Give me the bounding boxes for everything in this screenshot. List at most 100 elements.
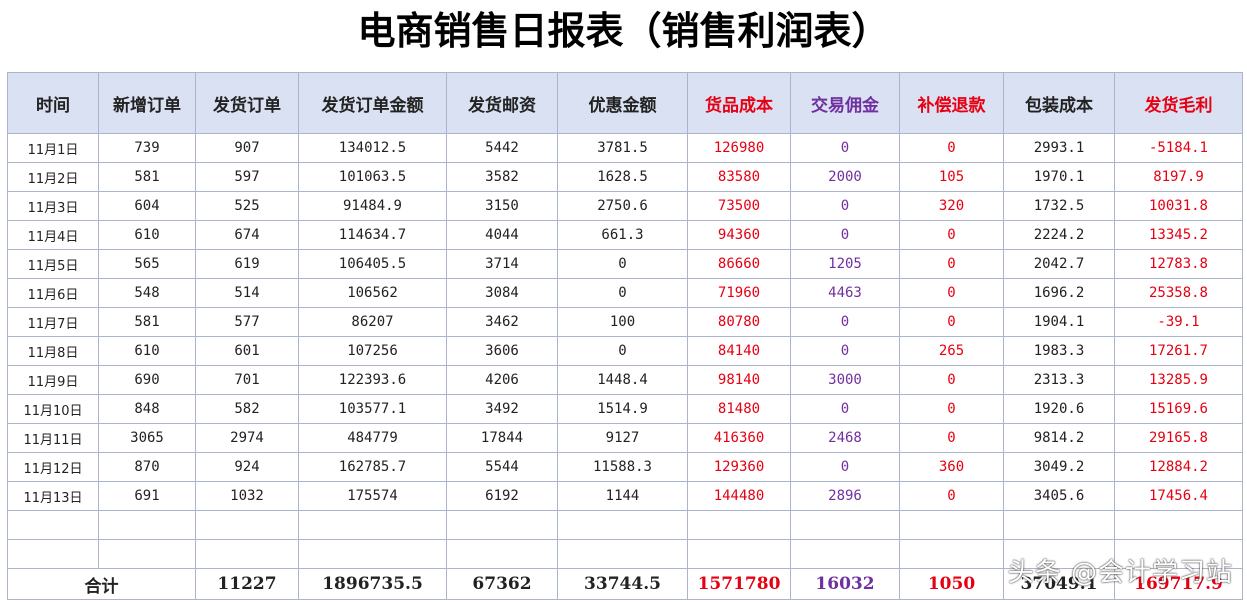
empty-cell[interactable]	[298, 510, 447, 540]
cell-commission[interactable]: 0	[790, 394, 900, 424]
col-header-refund[interactable]: 补偿退款	[899, 72, 1004, 134]
cell-date[interactable]: 11月7日	[7, 307, 99, 337]
cell-postage[interactable]: 6192	[446, 481, 558, 511]
cell-postage[interactable]: 3150	[446, 191, 558, 221]
total-label[interactable]: 合计	[7, 568, 196, 600]
cell-gross-profit[interactable]: 17261.7	[1114, 336, 1243, 366]
cell-shipped-amount[interactable]: 101063.5	[298, 162, 447, 192]
col-header-goods-cost[interactable]: 货品成本	[687, 72, 791, 134]
cell-refund[interactable]: 0	[899, 394, 1004, 424]
cell-shipped-orders[interactable]: 601	[195, 336, 299, 366]
cell-discount[interactable]: 1144	[557, 481, 688, 511]
cell-discount[interactable]: 2750.6	[557, 191, 688, 221]
cell-refund[interactable]: 0	[899, 278, 1004, 308]
cell-new-orders[interactable]: 604	[98, 191, 196, 221]
cell-commission[interactable]: 4463	[790, 278, 900, 308]
empty-cell[interactable]	[195, 510, 299, 540]
cell-date[interactable]: 11月10日	[7, 394, 99, 424]
cell-shipped-amount[interactable]: 134012.5	[298, 133, 447, 163]
empty-cell[interactable]	[195, 539, 299, 569]
cell-postage[interactable]: 3462	[446, 307, 558, 337]
empty-cell[interactable]	[7, 510, 99, 540]
cell-refund[interactable]: 360	[899, 452, 1004, 482]
cell-shipped-amount[interactable]: 103577.1	[298, 394, 447, 424]
total-postage[interactable]: 67362	[446, 568, 558, 600]
cell-date[interactable]: 11月3日	[7, 191, 99, 221]
cell-goods-cost[interactable]: 144480	[687, 481, 791, 511]
cell-new-orders[interactable]: 548	[98, 278, 196, 308]
cell-shipped-amount[interactable]: 106405.5	[298, 249, 447, 279]
empty-cell[interactable]	[687, 510, 791, 540]
cell-goods-cost[interactable]: 80780	[687, 307, 791, 337]
empty-cell[interactable]	[7, 539, 99, 569]
cell-refund[interactable]: 0	[899, 481, 1004, 511]
cell-discount[interactable]: 0	[557, 278, 688, 308]
cell-commission[interactable]: 2000	[790, 162, 900, 192]
cell-refund[interactable]: 0	[899, 423, 1004, 453]
cell-shipped-orders[interactable]: 597	[195, 162, 299, 192]
cell-postage[interactable]: 3582	[446, 162, 558, 192]
cell-postage[interactable]: 4044	[446, 220, 558, 250]
total-commission[interactable]: 16032	[790, 568, 900, 600]
cell-discount[interactable]: 0	[557, 249, 688, 279]
cell-gross-profit[interactable]: 8197.9	[1114, 162, 1243, 192]
empty-cell[interactable]	[557, 539, 688, 569]
cell-goods-cost[interactable]: 416360	[687, 423, 791, 453]
cell-discount[interactable]: 1448.4	[557, 365, 688, 395]
cell-gross-profit[interactable]: 25358.8	[1114, 278, 1243, 308]
cell-gross-profit[interactable]: 29165.8	[1114, 423, 1243, 453]
cell-commission[interactable]: 0	[790, 133, 900, 163]
empty-cell[interactable]	[446, 510, 558, 540]
col-header-shipped-amount[interactable]: 发货订单金额	[298, 72, 447, 134]
cell-shipped-orders[interactable]: 619	[195, 249, 299, 279]
cell-shipped-orders[interactable]: 525	[195, 191, 299, 221]
cell-shipped-orders[interactable]: 2974	[195, 423, 299, 453]
cell-packaging[interactable]: 1904.1	[1003, 307, 1115, 337]
cell-gross-profit[interactable]: 13285.9	[1114, 365, 1243, 395]
cell-refund[interactable]: 0	[899, 220, 1004, 250]
cell-packaging[interactable]: 3049.2	[1003, 452, 1115, 482]
cell-new-orders[interactable]: 691	[98, 481, 196, 511]
cell-packaging[interactable]: 3405.6	[1003, 481, 1115, 511]
cell-shipped-orders[interactable]: 514	[195, 278, 299, 308]
cell-goods-cost[interactable]: 86660	[687, 249, 791, 279]
cell-packaging[interactable]: 2042.7	[1003, 249, 1115, 279]
cell-packaging[interactable]: 2224.2	[1003, 220, 1115, 250]
cell-date[interactable]: 11月11日	[7, 423, 99, 453]
cell-discount[interactable]: 11588.3	[557, 452, 688, 482]
empty-cell[interactable]	[98, 510, 196, 540]
cell-new-orders[interactable]: 581	[98, 307, 196, 337]
cell-date[interactable]: 11月8日	[7, 336, 99, 366]
col-header-shipped-orders[interactable]: 发货订单	[195, 72, 299, 134]
cell-postage[interactable]: 5442	[446, 133, 558, 163]
cell-refund[interactable]: 0	[899, 249, 1004, 279]
cell-commission[interactable]: 0	[790, 452, 900, 482]
empty-cell[interactable]	[790, 539, 900, 569]
cell-new-orders[interactable]: 3065	[98, 423, 196, 453]
cell-packaging[interactable]: 2993.1	[1003, 133, 1115, 163]
cell-refund[interactable]: 320	[899, 191, 1004, 221]
cell-shipped-amount[interactable]: 114634.7	[298, 220, 447, 250]
cell-new-orders[interactable]: 610	[98, 336, 196, 366]
cell-packaging[interactable]: 9814.2	[1003, 423, 1115, 453]
cell-gross-profit[interactable]: -5184.1	[1114, 133, 1243, 163]
cell-postage[interactable]: 5544	[446, 452, 558, 482]
cell-discount[interactable]: 9127	[557, 423, 688, 453]
cell-refund[interactable]: 0	[899, 133, 1004, 163]
cell-shipped-orders[interactable]: 924	[195, 452, 299, 482]
cell-shipped-amount[interactable]: 86207	[298, 307, 447, 337]
cell-postage[interactable]: 17844	[446, 423, 558, 453]
cell-gross-profit[interactable]: -39.1	[1114, 307, 1243, 337]
cell-shipped-orders[interactable]: 577	[195, 307, 299, 337]
empty-cell[interactable]	[790, 510, 900, 540]
cell-shipped-orders[interactable]: 582	[195, 394, 299, 424]
cell-goods-cost[interactable]: 98140	[687, 365, 791, 395]
cell-new-orders[interactable]: 848	[98, 394, 196, 424]
cell-postage[interactable]: 3714	[446, 249, 558, 279]
cell-commission[interactable]: 3000	[790, 365, 900, 395]
cell-new-orders[interactable]: 739	[98, 133, 196, 163]
cell-shipped-amount[interactable]: 175574	[298, 481, 447, 511]
cell-refund[interactable]: 0	[899, 365, 1004, 395]
cell-new-orders[interactable]: 610	[98, 220, 196, 250]
cell-discount[interactable]: 661.3	[557, 220, 688, 250]
